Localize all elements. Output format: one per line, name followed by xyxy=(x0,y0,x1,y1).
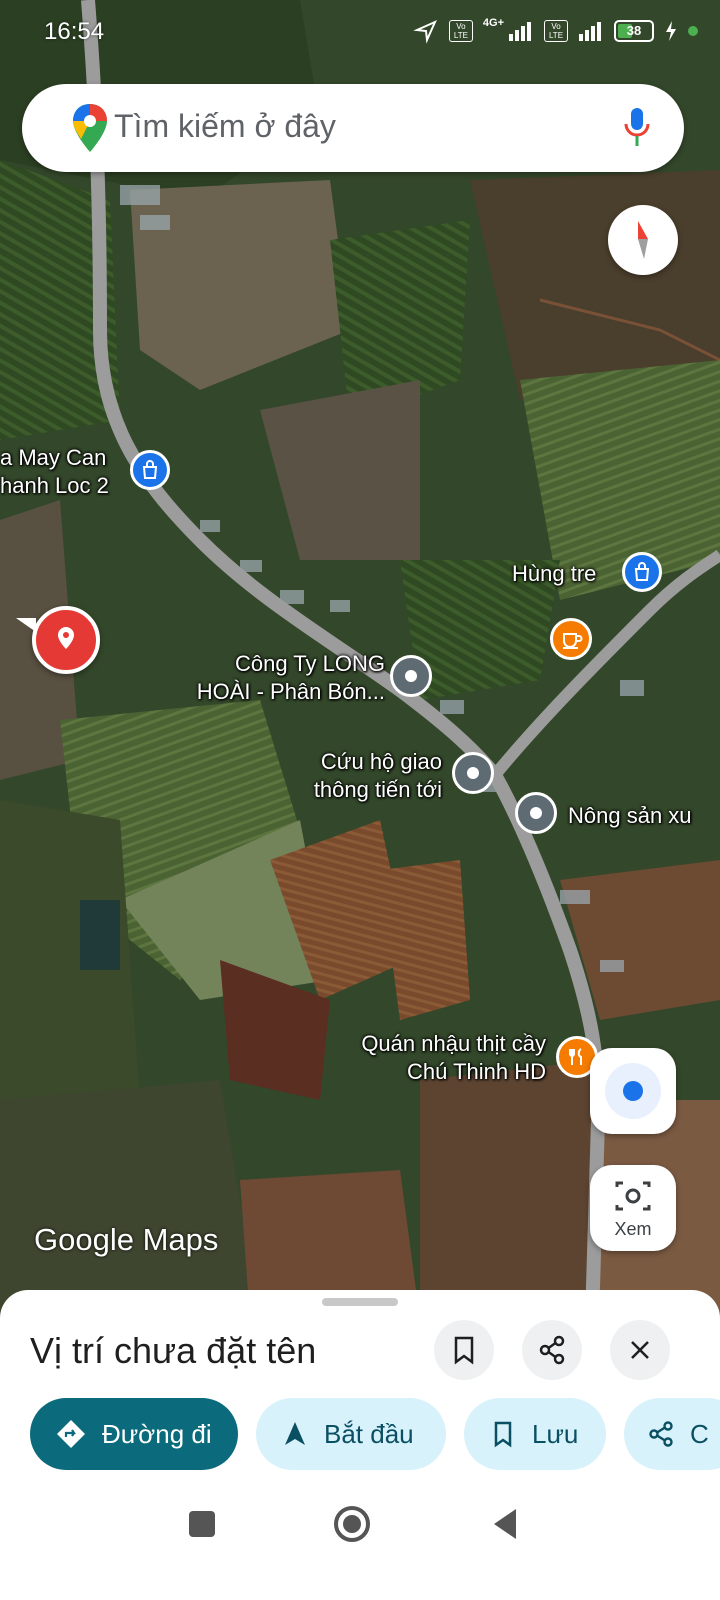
shopping-marker[interactable] xyxy=(622,552,662,592)
share-icon xyxy=(649,1421,673,1447)
google-maps-watermark: Google Maps xyxy=(34,1222,219,1257)
recents-icon[interactable] xyxy=(187,1509,217,1539)
search-bar[interactable]: Tìm kiếm ở đây xyxy=(22,84,684,172)
pin-dot-icon xyxy=(530,807,542,819)
signal-strength-icon xyxy=(579,22,601,41)
start-navigation-button[interactable]: Bắt đầu xyxy=(256,1398,446,1470)
system-navigation-bar xyxy=(0,1485,720,1600)
share-icon-button[interactable] xyxy=(522,1320,582,1380)
home-icon[interactable] xyxy=(332,1504,372,1544)
dropped-pin[interactable] xyxy=(32,606,100,674)
battery-icon: 38 xyxy=(614,20,654,42)
search-input[interactable]: Tìm kiếm ở đây xyxy=(114,108,336,145)
microphone-icon[interactable] xyxy=(622,106,652,150)
status-bar: 16:54 Vo LTE 4G+ Vo LTE 38 xyxy=(0,0,720,64)
place-marker[interactable] xyxy=(515,792,557,834)
my-location-icon xyxy=(605,1063,661,1119)
shopping-bag-icon xyxy=(634,562,650,581)
status-icons: Vo LTE 4G+ Vo LTE 38 xyxy=(413,17,698,44)
place-label[interactable]: Nông sản xu xyxy=(568,802,692,830)
place-title: Vị trí chưa đặt tên xyxy=(30,1330,317,1371)
location-arrow-icon xyxy=(413,20,437,44)
save-label: Lưu xyxy=(532,1418,579,1449)
back-icon[interactable] xyxy=(490,1507,520,1541)
place-label[interactable]: Công Ty LONG HOÀI - Phân Bón... xyxy=(175,650,385,706)
coffee-cup-icon xyxy=(563,633,583,649)
share-icon xyxy=(539,1335,565,1365)
place-marker[interactable] xyxy=(452,752,494,794)
shopping-bag-icon xyxy=(142,460,158,479)
compass-icon xyxy=(638,221,648,259)
place-label[interactable]: Quán nhậu thịt cầy Chú Thinh HD xyxy=(330,1030,546,1086)
close-icon xyxy=(631,1341,649,1359)
location-pin-icon xyxy=(58,627,74,649)
place-marker[interactable] xyxy=(390,655,432,697)
directions-button[interactable]: Đường đi xyxy=(30,1398,238,1470)
place-label[interactable]: Hùng tre xyxy=(512,560,596,588)
place-label[interactable]: a May Can hanh Loc 2 xyxy=(0,444,109,500)
share-chip-button[interactable]: C xyxy=(624,1398,720,1470)
cafe-marker[interactable] xyxy=(550,618,592,660)
close-button[interactable] xyxy=(610,1320,670,1380)
pin-dot-icon xyxy=(467,767,479,779)
save-button[interactable]: Lưu xyxy=(464,1398,606,1470)
navigation-icon xyxy=(285,1422,305,1445)
bookmark-icon xyxy=(454,1336,474,1365)
volte-badge: Vo LTE xyxy=(448,20,473,42)
start-label: Bắt đầu xyxy=(324,1418,414,1449)
drag-handle[interactable] xyxy=(322,1298,398,1306)
view-button-label: Xem xyxy=(614,1219,652,1239)
charging-bolt-icon xyxy=(666,21,676,41)
camera-lens-icon xyxy=(615,1181,651,1211)
my-location-button[interactable] xyxy=(590,1048,676,1134)
notification-dot xyxy=(688,26,698,36)
directions-icon xyxy=(57,1420,85,1448)
view-button[interactable]: Xem xyxy=(590,1165,676,1251)
clock: 16:54 xyxy=(44,18,105,45)
share-label: C xyxy=(690,1418,709,1449)
bookmark-icon xyxy=(494,1421,512,1448)
google-maps-logo-icon xyxy=(73,104,107,152)
compass-button[interactable] xyxy=(608,205,678,275)
network-type: 4G+ xyxy=(482,17,504,29)
place-label[interactable]: Cứu hộ giao thông tiến tới xyxy=(290,748,442,804)
pin-pointer-icon xyxy=(16,618,36,632)
battery-level: 38 xyxy=(626,23,642,38)
volte-badge: Vo LTE xyxy=(544,20,568,42)
signal-strength-icon xyxy=(509,22,531,41)
save-icon-button[interactable] xyxy=(434,1320,494,1380)
directions-label: Đường đi xyxy=(102,1418,212,1449)
pin-dot-icon xyxy=(405,670,417,682)
shopping-marker[interactable] xyxy=(130,450,170,490)
